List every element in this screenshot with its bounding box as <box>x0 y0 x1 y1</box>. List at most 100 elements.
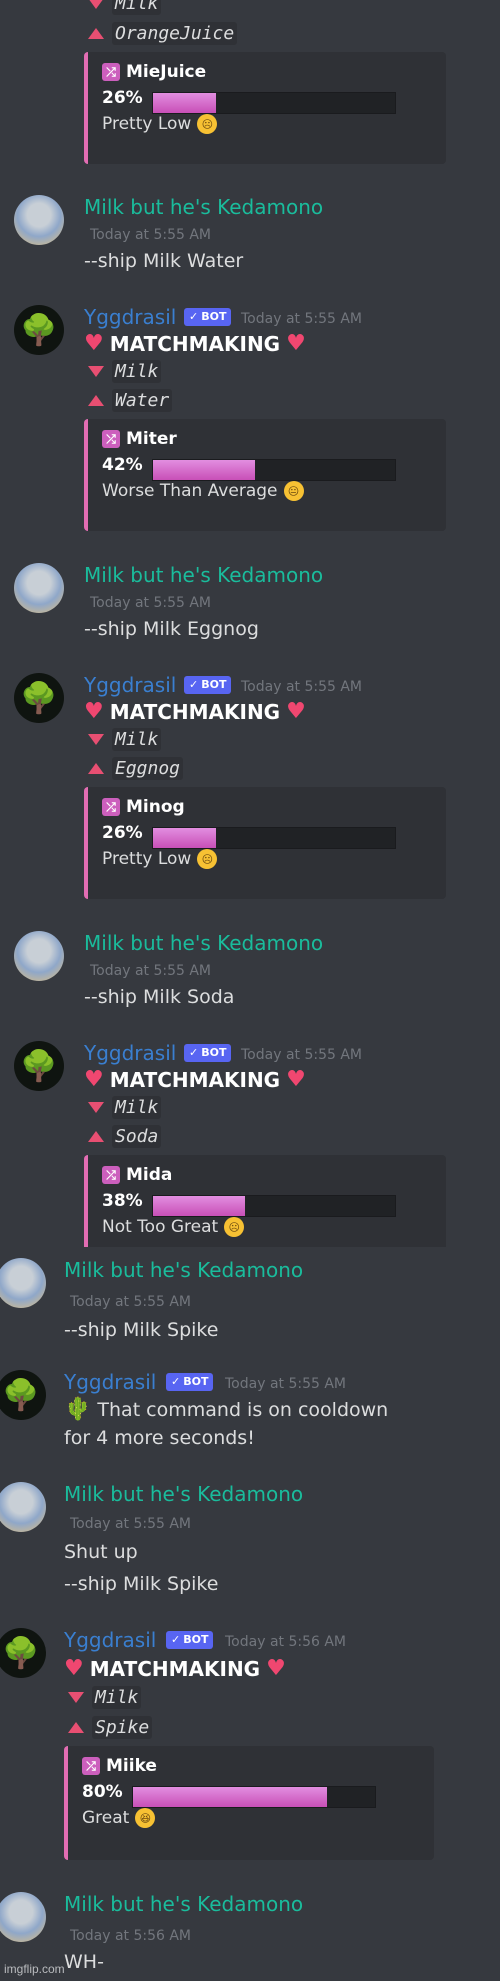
timestamp: Today at 5:55 AM <box>90 595 212 611</box>
avatar[interactable] <box>0 1482 46 1532</box>
username[interactable]: Milk but he's Kedamono <box>64 1258 303 1282</box>
watermark: imgflip.com <box>4 1962 65 1976</box>
shuffle-icon: ⤮ <box>82 1757 100 1775</box>
ship-embed: ⤮ Miike 80% Great 😆 <box>64 1746 434 1860</box>
ship-embed: ⤮ Minog 26% Pretty Low ☹ <box>84 787 446 899</box>
heart-icon: ♥ <box>266 1656 286 1681</box>
frowning-face-icon: ☹ <box>224 1217 245 1237</box>
matchmaking-title: ♥ MATCHMAKING ♥ <box>84 331 306 356</box>
ship-progress-fill <box>153 460 255 480</box>
avatar[interactable]: 🌳 <box>14 673 64 723</box>
up-item: Eggnog <box>112 757 184 780</box>
bot-badge: ✓ BOT <box>184 1044 232 1062</box>
grinning-squinting-face-icon: 😆 <box>135 1808 156 1828</box>
ship-percent: 42% <box>102 455 143 475</box>
username[interactable]: Yggdrasil <box>64 1370 156 1394</box>
up-arrow-icon <box>68 1722 84 1733</box>
avatar[interactable] <box>0 1892 46 1942</box>
timestamp: Today at 5:55 AM <box>241 311 363 327</box>
tree-icon: 🌳 <box>2 1635 40 1671</box>
avatar[interactable]: 🌳 <box>0 1628 46 1678</box>
message-text-line: --ship Milk Spike <box>64 1573 219 1595</box>
up-item: Soda <box>112 1125 162 1148</box>
down-item: Milk <box>112 0 162 15</box>
timestamp: Today at 5:55 AM <box>90 227 212 243</box>
message-text: --ship Milk Eggnog <box>84 618 259 640</box>
down-item-line: Milk <box>88 360 162 383</box>
ship-name: Miike <box>106 1756 157 1776</box>
tree-icon: 🌳 <box>20 1048 58 1084</box>
username[interactable]: Milk but he's Kedamono <box>64 1892 303 1916</box>
down-item-line: Milk <box>68 1686 142 1709</box>
username[interactable]: Milk but he's Kedamono <box>64 1482 303 1506</box>
up-arrow-icon <box>88 1131 104 1142</box>
up-item: Spike <box>92 1716 153 1739</box>
username[interactable]: Milk but he's Kedamono <box>84 931 323 955</box>
shuffle-icon: ⤮ <box>102 430 120 448</box>
up-arrow-icon <box>88 395 104 406</box>
matchmaking-title: ♥ MATCHMAKING ♥ <box>84 1067 306 1092</box>
avatar[interactable]: 🌳 <box>14 1041 64 1091</box>
down-arrow-icon <box>88 734 104 745</box>
neutral-face-icon: 😐 <box>283 481 304 501</box>
avatar[interactable] <box>14 195 64 245</box>
ship-progress-bar <box>152 459 396 481</box>
ship-verdict: Great <box>82 1808 130 1828</box>
cactus-icon: 🌵 <box>64 1397 92 1422</box>
username[interactable]: Yggdrasil <box>84 305 176 329</box>
avatar[interactable] <box>14 931 64 981</box>
up-item: OrangeJuice <box>112 22 238 45</box>
ship-verdict: Pretty Low <box>102 114 192 134</box>
ship-progress-bar <box>152 827 396 849</box>
down-arrow-icon <box>88 1102 104 1113</box>
shuffle-icon: ⤮ <box>102 798 120 816</box>
bot-message: 🌳 Yggdrasil ✓ BOT Today at 5:55 AM ♥ MATCH… <box>0 1041 500 1247</box>
ship-percent: 26% <box>102 88 143 108</box>
checkmark-icon: ✓ <box>189 310 199 323</box>
username[interactable]: Milk but he's Kedamono <box>84 195 323 219</box>
avatar[interactable] <box>0 1258 46 1308</box>
bot-badge: ✓ BOT <box>166 1373 214 1391</box>
avatar[interactable]: 🌳 <box>0 1370 46 1420</box>
up-item: Water <box>112 389 173 412</box>
ship-percent: 80% <box>82 1782 123 1802</box>
ship-name: MieJuice <box>126 62 207 82</box>
frowning-face-icon: ☹ <box>197 114 218 134</box>
timestamp: Today at 5:55 AM <box>241 1047 363 1063</box>
up-item-line: Soda <box>88 1125 162 1148</box>
heart-icon: ♥ <box>84 1067 104 1092</box>
ship-verdict: Not Too Great <box>102 1217 219 1237</box>
timestamp: Today at 5:56 AM <box>225 1634 347 1650</box>
username[interactable]: Yggdrasil <box>84 673 176 697</box>
timestamp: Today at 5:55 AM <box>70 1516 192 1532</box>
shuffle-icon: ⤮ <box>102 1166 120 1184</box>
down-arrow-icon <box>68 1692 84 1703</box>
ship-progress-bar <box>132 1786 376 1808</box>
username[interactable]: Milk but he's Kedamono <box>84 563 323 587</box>
timestamp: Today at 5:55 AM <box>241 679 363 695</box>
bot-badge: ✓ BOT <box>184 676 232 694</box>
message-text: --ship Milk Spike <box>64 1319 219 1341</box>
up-item-line: OrangeJuice <box>88 22 238 45</box>
checkmark-icon: ✓ <box>171 1375 181 1388</box>
ship-embed: ⤮ MieJuice 26% Pretty Low ☹ <box>84 52 446 164</box>
checkmark-icon: ✓ <box>189 678 199 691</box>
shuffle-icon: ⤮ <box>102 63 120 81</box>
avatar[interactable] <box>14 563 64 613</box>
avatar[interactable]: 🌳 <box>14 305 64 355</box>
up-item-line: Water <box>88 389 173 412</box>
username[interactable]: Yggdrasil <box>84 1041 176 1065</box>
username[interactable]: Yggdrasil <box>64 1628 156 1652</box>
message-text: --ship Milk Soda <box>84 986 235 1008</box>
matchmaking-title: ♥ MATCHMAKING ♥ <box>64 1656 286 1681</box>
ship-progress-fill <box>133 1787 327 1807</box>
up-item-line: Eggnog <box>88 757 184 780</box>
ship-name: Minog <box>126 797 185 817</box>
heart-icon: ♥ <box>84 699 104 724</box>
timestamp: Today at 5:55 AM <box>225 1376 347 1392</box>
matchmaking-title: ♥ MATCHMAKING ♥ <box>84 699 306 724</box>
down-item: Milk <box>112 728 162 751</box>
heart-icon: ♥ <box>286 699 306 724</box>
tree-icon: 🌳 <box>2 1377 40 1413</box>
message-text: WH- <box>64 1951 104 1973</box>
